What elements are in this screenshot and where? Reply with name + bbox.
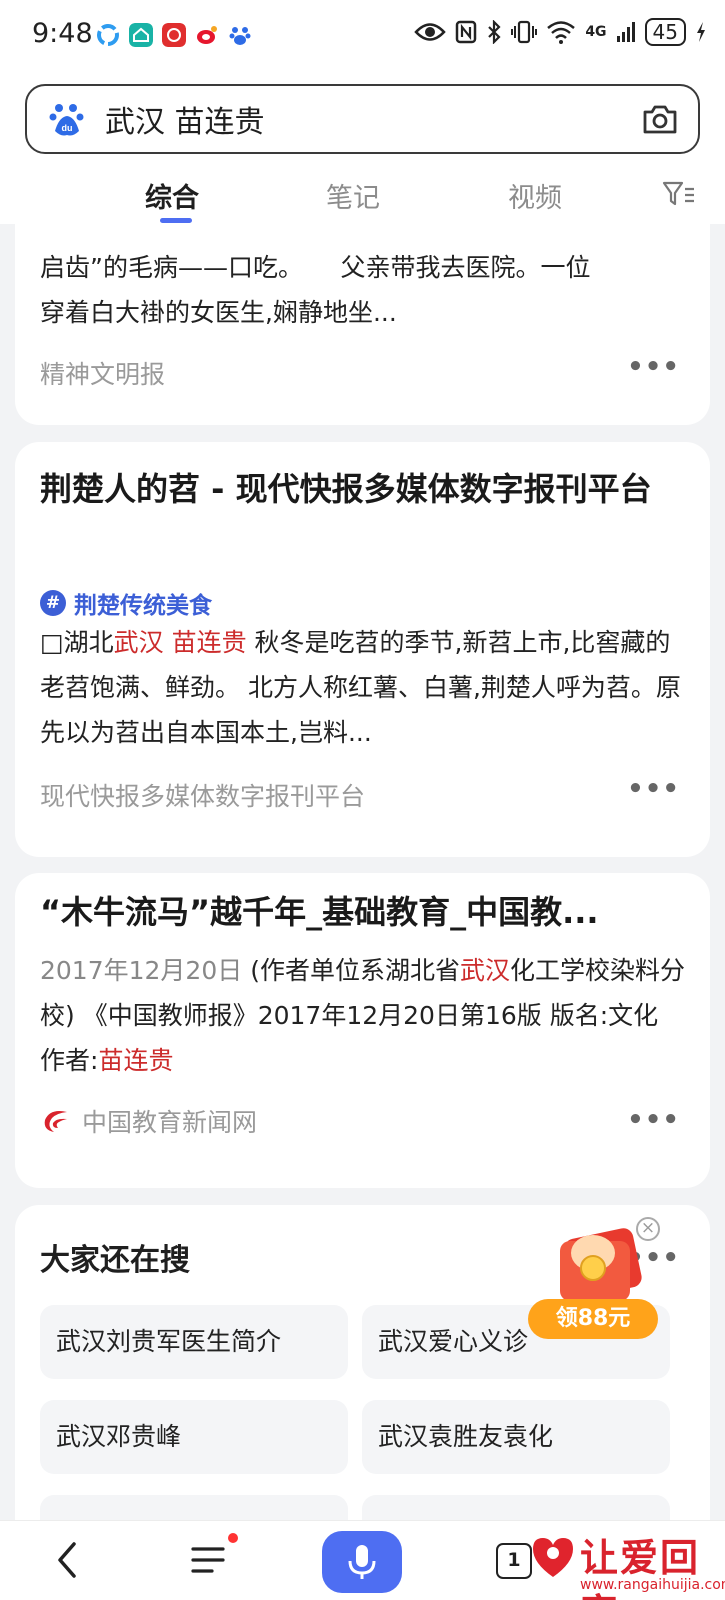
notification-dot <box>228 1533 238 1543</box>
related-search-item[interactable]: 武汉刘贵军医生简介 <box>40 1305 348 1379</box>
heart-logo-icon <box>533 1538 573 1577</box>
result-source[interactable]: 现代快报多媒体数字报刊平台 <box>40 777 365 813</box>
notification-icons <box>96 23 252 47</box>
red-packet-icon <box>560 1228 642 1301</box>
search-header: du 武汉 苗连贵 综合 笔记 视频 <box>0 74 725 224</box>
related-search-item[interactable]: 武汉邓贵峰 <box>40 1400 348 1474</box>
status-bar: 9:48 4G 45 <box>0 0 725 74</box>
more-options-icon[interactable]: ••• <box>627 774 680 804</box>
charging-icon <box>697 22 705 42</box>
snippet-highlight-2: 苗连贵 <box>98 1046 174 1075</box>
snippet-line-1: 启齿”的毛病——口吃。 父亲带我去医院。一位 <box>40 253 591 282</box>
baidu-logo-icon: du <box>49 104 84 136</box>
more-options-icon[interactable]: ••• <box>627 1105 680 1135</box>
topic-label: 荆楚传统美食 <box>74 593 212 619</box>
bluetooth-icon <box>488 20 501 44</box>
promo-label[interactable]: 领88元 <box>528 1299 658 1339</box>
tab-video[interactable]: 视频 <box>508 176 562 215</box>
site-watermark: 让爱回家 www.rangaihuijia.com <box>530 1527 725 1600</box>
weibo-icon <box>197 26 217 44</box>
tab-notes[interactable]: 笔记 <box>326 176 380 215</box>
status-time: 9:48 <box>32 18 93 49</box>
shopping-app-icon <box>162 23 186 47</box>
result-snippet: 2017年12月20日 (作者单位系湖北省武汉化工学校染料分校) 《中国教师报》… <box>40 948 690 1083</box>
network-type: 4G <box>585 24 607 40</box>
more-options-icon[interactable]: ••• <box>627 352 680 382</box>
result-tabs: 综合 笔记 视频 <box>0 166 725 224</box>
eye-icon <box>414 23 447 41</box>
result-title[interactable]: 荆楚人的苕 - 现代快报多媒体数字报刊平台 <box>40 466 690 512</box>
hashtag-icon: # <box>40 590 66 616</box>
result-card-2[interactable]: 荆楚人的苕 - 现代快报多媒体数字报刊平台 # 荆楚传统美食 □湖北武汉 苗连贵… <box>15 442 710 857</box>
vibrate-icon <box>511 20 538 44</box>
tab-comprehensive[interactable]: 综合 <box>145 176 199 215</box>
app-notification-icon <box>97 24 119 46</box>
result-title[interactable]: “木牛流马”越千年_基础教育_中国教... <box>40 889 690 935</box>
camera-icon[interactable] <box>640 99 680 139</box>
result-source[interactable]: 精神文明报 <box>40 355 165 391</box>
signal-icon <box>616 22 635 42</box>
result-source: 中国教育新闻网 <box>82 1108 258 1137</box>
search-bar[interactable]: du 武汉 苗连贵 <box>25 84 700 154</box>
back-icon[interactable] <box>48 1538 88 1582</box>
home-app-icon <box>129 23 153 47</box>
snippet-prefix: □湖北 <box>40 628 114 657</box>
red-packet-promo[interactable]: × 领88元 <box>528 1213 660 1348</box>
result-snippet: 启齿”的毛病——口吃。 父亲带我去医院。一位 穿着白大褂的女医生,娴静地坐... <box>40 245 690 335</box>
svg-text:du: du <box>62 123 73 133</box>
result-snippet: □湖北武汉 苗连贵 秋冬是吃苕的季节,新苕上市,比窖藏的老苕饱满、鲜劲。 北方人… <box>40 620 690 755</box>
china-education-news-logo-icon <box>44 1111 67 1132</box>
search-query[interactable]: 武汉 苗连贵 <box>105 97 640 141</box>
related-searches-title: 大家还在搜 <box>40 1243 190 1278</box>
result-card-3[interactable]: “木牛流马”越千年_基础教育_中国教... 2017年12月20日 (作者单位系… <box>15 873 710 1188</box>
result-source-row[interactable]: 中国教育新闻网 <box>40 1103 257 1139</box>
window-count-button[interactable]: 1 <box>496 1543 532 1579</box>
screen: { "status": { "time": "9:48", "battery":… <box>0 0 725 1600</box>
battery-level: 45 <box>644 18 686 46</box>
snippet-highlight-1: 武汉 <box>459 956 510 985</box>
menu-icon[interactable] <box>190 1541 226 1579</box>
nfc-icon <box>456 20 477 44</box>
active-tab-indicator <box>160 218 192 223</box>
snippet-part-a: (作者单位系湖北省 <box>242 956 460 985</box>
watermark-url: www.rangaihuijia.com <box>580 1577 725 1593</box>
related-search-item[interactable]: 武汉袁胜友袁化 <box>362 1400 670 1474</box>
snippet-highlight: 武汉 苗连贵 <box>113 628 247 657</box>
system-status: 4G 45 <box>414 18 707 46</box>
result-date: 2017年12月20日 <box>40 956 243 985</box>
wifi-icon <box>547 21 576 44</box>
bottom-navigation: 1 让爱回家 www.rangaihuijia.com <box>0 1520 725 1600</box>
snippet-line-2: 穿着白大褂的女医生,娴静地坐... <box>40 298 397 327</box>
voice-search-button[interactable] <box>322 1531 402 1593</box>
close-icon[interactable]: × <box>636 1217 660 1241</box>
baidu-small-icon <box>229 27 251 45</box>
microphone-icon <box>348 1545 376 1579</box>
filter-icon[interactable] <box>662 180 696 208</box>
topic-tag[interactable]: # 荆楚传统美食 <box>40 586 212 620</box>
